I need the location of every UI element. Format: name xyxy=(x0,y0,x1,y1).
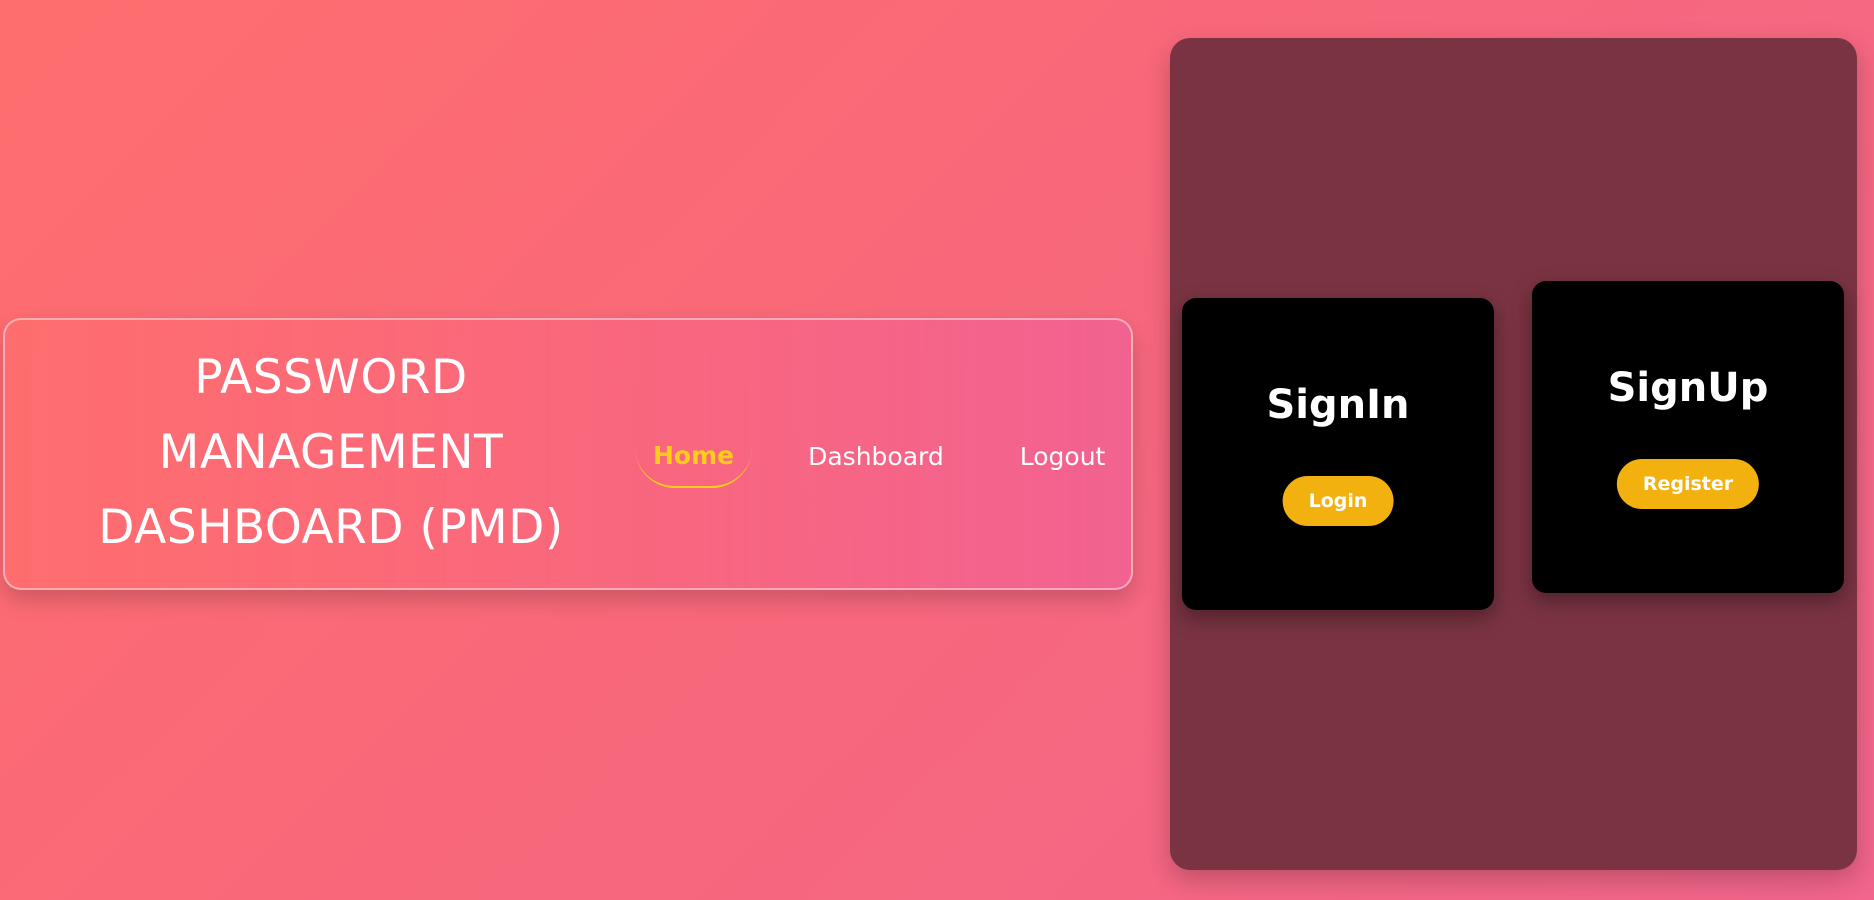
brand-line-3: DASHBOARD (PMD) xyxy=(98,500,564,555)
signup-card: SignUp Register xyxy=(1532,281,1844,593)
nav-logout-link[interactable]: Logout xyxy=(1002,441,1124,487)
login-button[interactable]: Login xyxy=(1282,476,1394,526)
main-nav: Home Dashboard Logout xyxy=(635,440,1123,488)
header-card: PASSWORD MANAGEMENT DASHBOARD (PMD) Home… xyxy=(3,318,1133,590)
brand-line-2: MANAGEMENT xyxy=(158,425,504,480)
brand-title: PASSWORD MANAGEMENT DASHBOARD (PMD) xyxy=(71,340,591,565)
signup-title: SignUp xyxy=(1607,365,1769,411)
register-button[interactable]: Register xyxy=(1616,459,1760,509)
brand-line-1: PASSWORD xyxy=(194,350,468,405)
signin-title: SignIn xyxy=(1266,382,1410,428)
nav-dashboard-link[interactable]: Dashboard xyxy=(790,441,962,487)
auth-panel: SignIn Login SignUp Register xyxy=(1170,38,1857,870)
signin-card: SignIn Login xyxy=(1182,298,1494,610)
nav-home-link[interactable]: Home xyxy=(635,440,753,488)
